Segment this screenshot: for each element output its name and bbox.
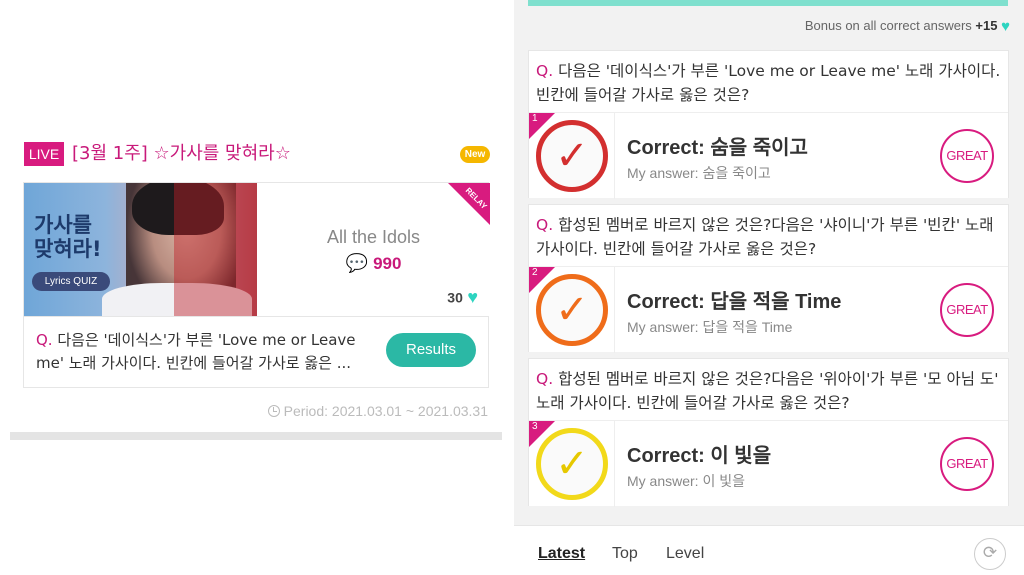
quiz-period: Period: 2021.03.01 ~ 2021.03.31: [267, 403, 488, 419]
correct-answer: Correct: 답을 적을 Time: [627, 291, 842, 313]
tab-level[interactable]: Level: [666, 545, 704, 563]
question-text: 다음은 '데이식스'가 부른 'Love me or Leave me' 노래 …: [36, 331, 356, 372]
great-badge: GREAT: [940, 129, 994, 183]
question-prefix: Q.: [536, 216, 554, 234]
score-bar: [528, 0, 1008, 6]
bonus-text: Bonus on all correct answers: [804, 18, 972, 33]
answer-card: Q. 다음은 '데이식스'가 부른 'Love me or Leave me' …: [528, 50, 1009, 199]
results-button[interactable]: Results: [386, 333, 476, 367]
answer-result: ✓ 2 Correct: 답을 적을 Time My answer: 답을 적을…: [529, 266, 1008, 353]
answer-question: Q. 합성된 멤버로 바르지 않은 것은?다음은 '위아이'가 부른 '모 아님…: [536, 367, 1004, 415]
photo-overlay: [174, 183, 257, 316]
answer-result: ✓ 1 Correct: 숨을 죽이고 My answer: 숨을 죽이고 GR…: [529, 112, 1008, 199]
bonus-info: Bonus on all correct answers +15 ♥: [805, 18, 1010, 35]
thumbnail-title-line2: 맞혀라!: [34, 237, 102, 261]
answer-question: Q. 합성된 멤버로 바르지 않은 것은?다음은 '샤이니'가 부른 '빈칸' …: [536, 213, 1004, 261]
question-text: 다음은 '데이식스'가 부른 'Love me or Leave me' 노래 …: [536, 62, 1001, 104]
comment-icon: 💬: [345, 253, 368, 274]
relay-ribbon: RELAY: [448, 183, 490, 225]
comment-stats: 💬 990: [257, 253, 490, 274]
section-divider: [10, 432, 502, 440]
quiz-title[interactable]: [3월 1주] ☆가사를 맞혀라☆: [72, 141, 291, 167]
period-text: Period: 2021.03.01 ~ 2021.03.31: [283, 403, 488, 419]
quiz-card[interactable]: 가사를 맞혀라! Lyrics QUIZ RELAY All the Idols…: [23, 182, 490, 388]
card-divider: [24, 316, 488, 317]
question-prefix: Q.: [36, 331, 53, 349]
artist-name: All the Idols: [326, 227, 421, 247]
heart-stats: 30 ♥: [447, 287, 478, 308]
answer-card: Q. 합성된 멤버로 바르지 않은 것은?다음은 '위아이'가 부른 '모 아님…: [528, 358, 1009, 507]
answer-result: ✓ 3 Correct: 이 빛을 My answer: 이 빛을 GREAT: [529, 420, 1008, 507]
new-badge: New: [460, 146, 490, 163]
question-text: 합성된 멤버로 바르지 않은 것은?다음은 '샤이니'가 부른 '빈칸' 노래 …: [536, 216, 994, 258]
sort-nav: Latest Top Level ⟳: [514, 525, 1024, 575]
answer-card: Q. 합성된 멤버로 바르지 않은 것은?다음은 '샤이니'가 부른 '빈칸' …: [528, 204, 1009, 353]
heart-icon: ♥: [467, 287, 478, 307]
heart-count: 30: [447, 289, 463, 306]
quiz-list-panel: LIVE [3월 1주] ☆가사를 맞혀라☆ New 가사를 맞혀라! Lyri…: [0, 0, 512, 575]
thumbnail-title-line1: 가사를: [34, 213, 92, 237]
question-prefix: Q.: [536, 62, 554, 80]
clock-icon: [267, 405, 280, 417]
result-icon-box: ✓ 2: [529, 267, 615, 353]
correct-answer: Correct: 숨을 죽이고: [627, 137, 808, 159]
thumbnail-title: 가사를 맞혀라!: [34, 213, 102, 261]
heart-icon: ♥: [1001, 18, 1010, 36]
great-badge: GREAT: [940, 437, 994, 491]
tab-latest[interactable]: Latest: [538, 545, 585, 563]
thumbnail-subtitle: Lyrics QUIZ: [32, 272, 110, 291]
quiz-thumbnail[interactable]: 가사를 맞혀라! Lyrics QUIZ: [24, 183, 257, 316]
comment-count: 990: [373, 253, 402, 273]
answer-number: 1: [532, 113, 538, 124]
quiz-card-info: RELAY All the Idols 💬 990 30 ♥: [257, 183, 490, 316]
answer-number: 3: [532, 421, 538, 432]
tab-top[interactable]: Top: [612, 545, 638, 563]
bonus-points: +15: [975, 18, 998, 33]
result-icon-box: ✓ 3: [529, 421, 615, 507]
refresh-icon[interactable]: ⟳: [974, 538, 1006, 570]
my-answer: My answer: 답을 적을 Time: [627, 319, 793, 335]
question-prefix: Q.: [536, 370, 554, 388]
my-answer: My answer: 이 빛을: [627, 473, 745, 489]
results-panel: Bonus on all correct answers +15 ♥ Q. 다음…: [514, 0, 1024, 575]
quiz-header: LIVE [3월 1주] ☆가사를 맞혀라☆ New: [24, 142, 490, 168]
great-badge: GREAT: [940, 283, 994, 337]
result-icon-box: ✓ 1: [529, 113, 615, 199]
question-text: 합성된 멤버로 바르지 않은 것은?다음은 '위아이'가 부른 '모 아님 도'…: [536, 370, 999, 412]
live-badge: LIVE: [24, 142, 64, 166]
answer-number: 2: [532, 267, 538, 278]
quiz-question: Q. 다음은 '데이식스'가 부른 'Love me or Leave me' …: [36, 329, 371, 375]
answer-question: Q. 다음은 '데이식스'가 부른 'Love me or Leave me' …: [536, 59, 1004, 107]
my-answer: My answer: 숨을 죽이고: [627, 165, 771, 181]
correct-answer: Correct: 이 빛을: [627, 445, 772, 467]
